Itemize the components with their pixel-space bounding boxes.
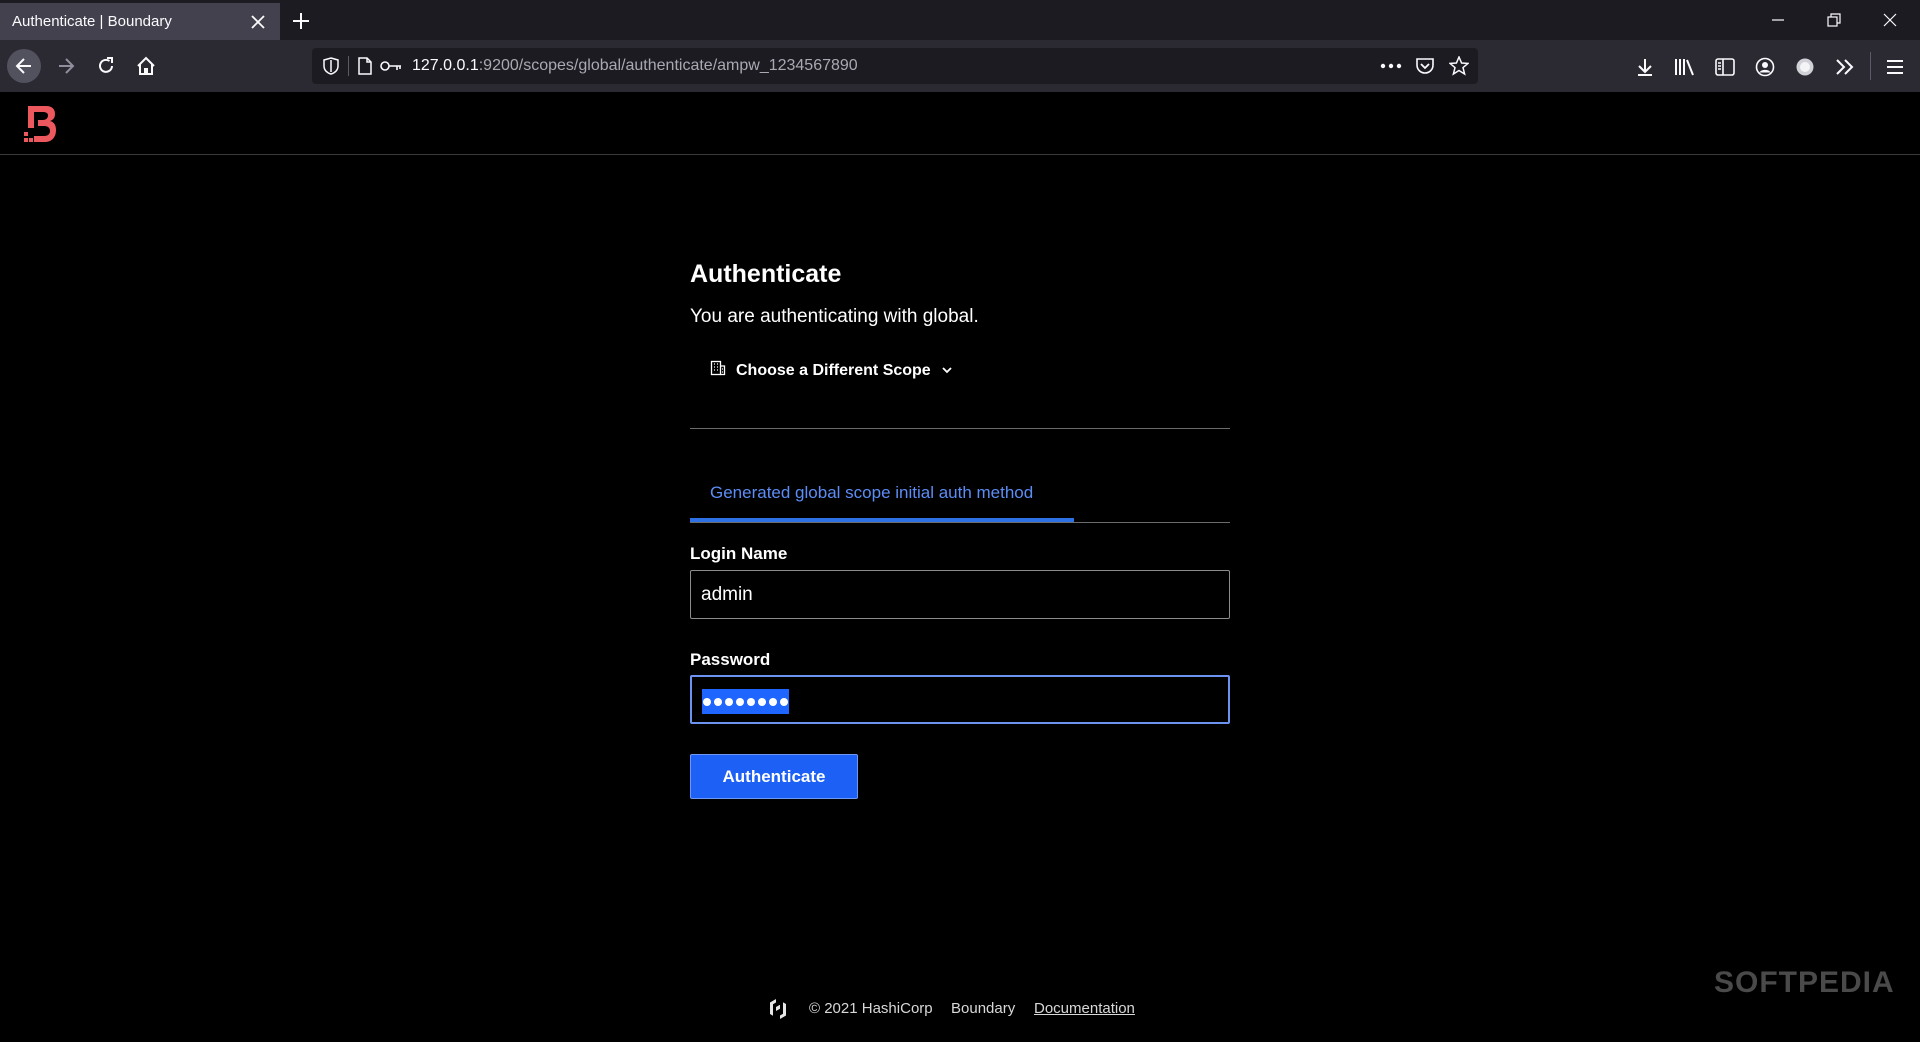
key-icon[interactable] — [378, 56, 404, 76]
back-icon[interactable] — [7, 49, 41, 83]
more-icon[interactable] — [1380, 56, 1402, 76]
minimize-icon[interactable] — [1758, 6, 1798, 34]
sidebar-icon[interactable] — [1712, 54, 1738, 80]
window-close-icon[interactable] — [1870, 6, 1910, 34]
documentation-link[interactable]: Documentation — [1034, 1000, 1135, 1017]
plus-icon[interactable] — [288, 8, 314, 34]
reload-icon[interactable] — [89, 49, 123, 83]
password-dot — [747, 697, 755, 706]
account-icon[interactable] — [1752, 54, 1778, 80]
password-dot — [725, 697, 733, 706]
boundary-logo[interactable] — [24, 106, 56, 142]
password-selection — [702, 689, 789, 714]
choose-scope-button[interactable]: Choose a Different Scope — [710, 360, 953, 381]
tab-auth-method-label: Generated global scope initial auth meth… — [710, 483, 1034, 502]
scope-button-label: Choose a Different Scope — [736, 361, 931, 379]
password-dot — [758, 697, 766, 706]
password-label: Password — [690, 650, 771, 669]
password-dot — [769, 697, 777, 706]
footer-copyright: © 2021 HashiCorp — [809, 1000, 933, 1017]
divider — [690, 428, 1230, 429]
password-dot — [703, 697, 711, 706]
browser-tab[interactable]: Authenticate | Boundary — [0, 3, 280, 40]
tab-auth-method[interactable]: Generated global scope initial auth meth… — [690, 478, 1074, 522]
download-icon[interactable] — [1632, 54, 1658, 80]
building-icon — [710, 360, 726, 381]
password-dot — [736, 697, 744, 706]
login-name-label: Login Name — [690, 544, 788, 563]
password-dot — [780, 697, 788, 706]
tab-title: Authenticate | Boundary — [12, 13, 172, 30]
toolbar-separator — [1870, 52, 1871, 80]
hashicorp-logo[interactable] — [768, 998, 788, 1025]
page-title: Authenticate — [690, 260, 842, 288]
url-path: :9200/scopes/global/authenticate/ampw_12… — [478, 57, 858, 74]
footer: © 2021 HashiCorp Boundary Documentation — [0, 998, 1920, 1022]
chevron-down-icon — [941, 362, 953, 380]
restore-icon[interactable] — [1814, 6, 1854, 34]
app-header — [0, 92, 1920, 155]
url-separator — [348, 56, 349, 76]
login-name-input[interactable] — [690, 570, 1230, 619]
menu-icon[interactable] — [1882, 54, 1908, 80]
authenticate-button[interactable]: Authenticate — [690, 754, 858, 799]
auth-method-tabs: Generated global scope initial auth meth… — [690, 478, 1230, 523]
page-subtitle: You are authenticating with global. — [690, 306, 979, 327]
shield-icon[interactable] — [320, 56, 342, 76]
url-text: 127.0.0.1:9200/scopes/global/authenticat… — [412, 57, 858, 75]
browser-navbar: 127.0.0.1:9200/scopes/global/authenticat… — [0, 40, 1920, 92]
url-bar[interactable]: 127.0.0.1:9200/scopes/global/authenticat… — [312, 48, 1478, 84]
close-icon[interactable] — [248, 12, 268, 32]
softpedia-watermark: SOFTPEDIA — [1714, 966, 1895, 999]
extension-icon[interactable] — [1792, 54, 1818, 80]
home-icon[interactable] — [129, 49, 163, 83]
password-input[interactable] — [690, 675, 1230, 724]
page-icon[interactable] — [354, 56, 376, 76]
pocket-icon[interactable] — [1414, 56, 1436, 76]
browser-tabbar: Authenticate | Boundary — [0, 0, 1920, 40]
star-icon[interactable] — [1448, 56, 1470, 76]
footer-product: Boundary — [951, 1000, 1016, 1017]
url-host: 127.0.0.1 — [412, 57, 479, 74]
overflow-icon[interactable] — [1832, 54, 1858, 80]
password-dot — [714, 697, 722, 706]
forward-icon[interactable] — [49, 49, 83, 83]
library-icon[interactable] — [1672, 54, 1698, 80]
